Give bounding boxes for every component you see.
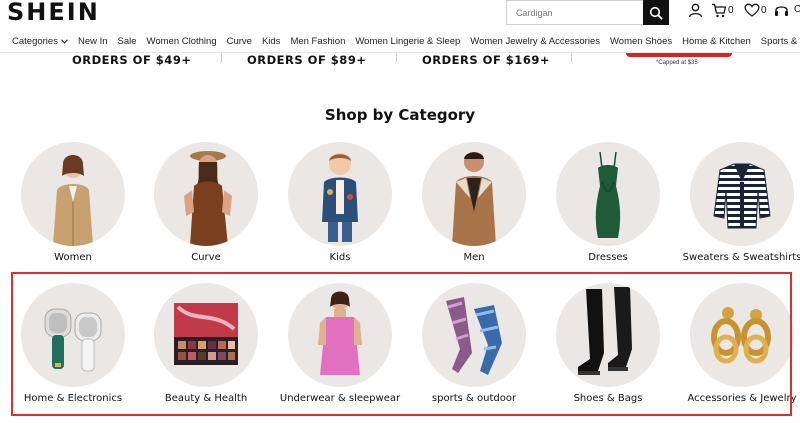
promo-accent-bar xyxy=(626,53,732,57)
promo-tier-3: ORDERS OF $169+ xyxy=(422,53,550,67)
promo-tier-2: ORDERS OF $89+ xyxy=(247,53,367,67)
search-input[interactable] xyxy=(507,1,643,24)
nav-item-women-jewelry[interactable]: Women Jewelry & Accessories xyxy=(470,36,600,47)
man-suede-jacket-image xyxy=(422,142,526,246)
nav-item-sale[interactable]: Sale xyxy=(118,36,137,47)
kid-jacket-image xyxy=(288,142,392,246)
nav-item-new-in[interactable]: New In xyxy=(78,36,108,47)
category-nav: Categories New In Sale Women Clothing Cu… xyxy=(0,31,800,53)
promo-capped-note: *Capped at $35 xyxy=(656,60,698,66)
account-button[interactable] xyxy=(688,3,703,18)
search-button[interactable] xyxy=(643,0,669,25)
category-label: Men xyxy=(463,252,485,263)
green-velvet-dress-image xyxy=(556,142,660,246)
promo-divider xyxy=(571,53,572,62)
nav-item-categories[interactable]: Categories xyxy=(12,36,68,47)
category-kids[interactable]: Kids xyxy=(273,142,407,263)
cart-icon xyxy=(712,3,727,18)
nav-item-home-kitchen[interactable]: Home & Kitchen xyxy=(682,36,751,47)
category-label: Sweaters & Sweatshirts xyxy=(682,252,800,263)
nav-item-curve[interactable]: Curve xyxy=(227,36,252,47)
headset-icon xyxy=(775,6,788,16)
category-dresses[interactable]: Dresses xyxy=(541,142,675,263)
nav-item-women-clothing[interactable]: Women Clothing xyxy=(147,36,217,47)
category-label: Curve xyxy=(191,252,221,263)
nav-item-kids[interactable]: Kids xyxy=(262,36,280,47)
curve-brown-dress-image xyxy=(154,142,258,246)
cart-button[interactable]: 0 xyxy=(711,3,734,18)
nav-item-women-lingerie[interactable]: Women Lingerie & Sleep xyxy=(355,36,460,47)
header-cutoff-text: C xyxy=(794,4,800,15)
nav-item-sports[interactable]: Sports & Outd xyxy=(761,36,800,47)
support-button[interactable] xyxy=(774,3,789,18)
wishlist-count: 0 xyxy=(761,4,767,16)
category-label: Kids xyxy=(329,252,351,263)
shein-logo[interactable]: SHEIN xyxy=(7,0,100,26)
category-label: Dresses xyxy=(588,252,628,263)
section-title: Shop by Category xyxy=(324,106,476,124)
category-women[interactable]: Women xyxy=(6,142,140,263)
woman-trench-coat-image xyxy=(21,142,125,246)
striped-cardigan-image xyxy=(690,142,794,246)
search-icon xyxy=(649,6,663,20)
category-label: Women xyxy=(54,252,92,263)
search-box xyxy=(506,0,669,25)
promo-divider xyxy=(221,53,222,62)
highlight-box xyxy=(11,272,792,416)
promo-divider xyxy=(396,53,397,62)
category-men[interactable]: Men xyxy=(407,142,541,263)
category-sweaters[interactable]: Sweaters & Sweatshirts xyxy=(675,142,800,263)
wishlist-button[interactable]: 0 xyxy=(744,3,767,17)
chevron-down-icon xyxy=(61,39,68,44)
category-curve[interactable]: Curve xyxy=(139,142,273,263)
nav-item-men-fashion[interactable]: Men Fashion xyxy=(290,36,345,47)
promo-tier-1: ORDERS OF $49+ xyxy=(72,53,192,67)
user-icon xyxy=(688,3,703,18)
heart-icon xyxy=(744,3,760,17)
nav-item-women-shoes[interactable]: Women Shoes xyxy=(610,36,672,47)
cart-count: 0 xyxy=(728,5,734,16)
